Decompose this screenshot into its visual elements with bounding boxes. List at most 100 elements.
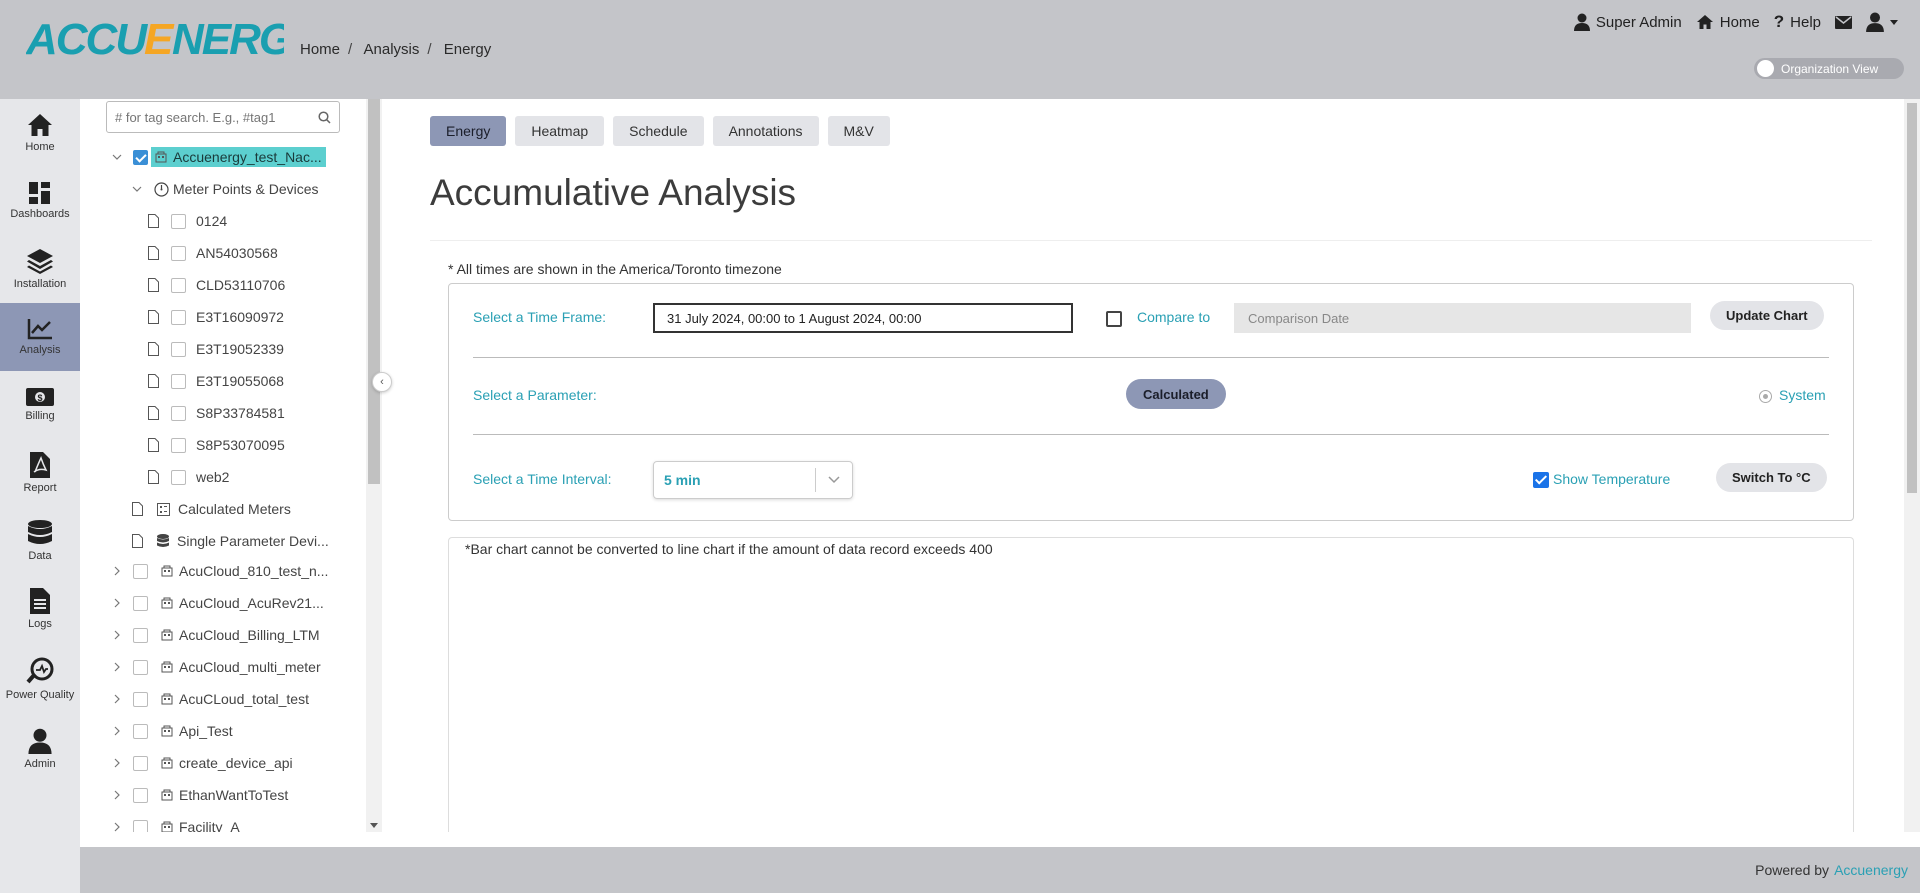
chevron-right-icon[interactable] bbox=[112, 726, 122, 736]
tree-checkbox[interactable] bbox=[133, 595, 148, 611]
breadcrumb-home[interactable]: Home bbox=[300, 41, 340, 58]
tree-checkbox[interactable] bbox=[171, 309, 186, 325]
compare-checkbox[interactable] bbox=[1106, 311, 1122, 327]
tree-node-site[interactable]: create_device_api bbox=[112, 751, 293, 775]
chevron-right-icon[interactable] bbox=[112, 758, 122, 768]
tree-node-device[interactable]: 0124 bbox=[148, 209, 227, 233]
tree-checkbox[interactable] bbox=[171, 405, 186, 421]
tree-checkbox[interactable] bbox=[171, 213, 186, 229]
chevron-right-icon[interactable] bbox=[112, 694, 122, 704]
tree-checkbox[interactable] bbox=[133, 659, 148, 675]
sidebar-item-power-quality[interactable]: Power Quality bbox=[0, 643, 80, 715]
tag-search[interactable] bbox=[106, 101, 340, 133]
tab-heatmap[interactable]: Heatmap bbox=[515, 116, 605, 146]
tree-node-site[interactable]: AcuCloud_Billing_LTM bbox=[112, 623, 320, 647]
user-menu[interactable]: Super Admin bbox=[1573, 13, 1682, 31]
tree-scrollbar[interactable] bbox=[366, 99, 382, 832]
timezone-note: * All times are shown in the America/Tor… bbox=[448, 261, 782, 277]
sidebar-item-data[interactable]: Data bbox=[0, 507, 80, 575]
tab-mv[interactable]: M&V bbox=[827, 116, 890, 146]
sidebar-item-analysis[interactable]: Analysis bbox=[0, 303, 80, 371]
time-interval-select[interactable]: 5 min bbox=[653, 461, 853, 499]
chevron-right-icon[interactable] bbox=[112, 566, 122, 576]
sidebar-item-installation[interactable]: Installation bbox=[0, 235, 80, 303]
tree-node-site[interactable]: AcuCloud_810_test_n... bbox=[112, 559, 328, 583]
tree-node-site[interactable]: AcuCloud_AcuRev21... bbox=[112, 591, 324, 615]
tree-node-device[interactable]: S8P53070095 bbox=[148, 433, 285, 457]
calculated-button[interactable]: Calculated bbox=[1126, 379, 1226, 409]
sidebar-item-dashboards[interactable]: Dashboards bbox=[0, 167, 80, 235]
sidebar-item-billing[interactable]: $ Billing bbox=[0, 371, 80, 439]
update-chart-button[interactable]: Update Chart bbox=[1710, 301, 1824, 330]
tree-checkbox[interactable] bbox=[171, 373, 186, 389]
comparison-date-input[interactable]: Comparison Date bbox=[1234, 303, 1691, 333]
brand-link[interactable]: Accuenergy bbox=[1834, 862, 1908, 878]
main-scrollbar-thumb[interactable] bbox=[1907, 103, 1917, 493]
show-temperature-checkbox[interactable] bbox=[1533, 472, 1549, 488]
tree-node-meter-points[interactable]: Meter Points & Devices bbox=[132, 177, 319, 201]
chevron-right-icon[interactable] bbox=[112, 790, 122, 800]
accuenergy-logo[interactable]: ACCU E NERGY bbox=[26, 16, 284, 60]
account-dropdown[interactable] bbox=[1866, 12, 1898, 32]
main-scrollbar[interactable] bbox=[1904, 99, 1920, 832]
tree-checkbox[interactable] bbox=[133, 723, 148, 739]
tree-node-calculated-meters[interactable]: Calculated Meters bbox=[132, 497, 291, 521]
tree-node-device[interactable]: E3T16090972 bbox=[148, 305, 284, 329]
svg-text:$: $ bbox=[37, 393, 42, 403]
tree-checkbox[interactable] bbox=[133, 787, 148, 803]
tree-checkbox[interactable] bbox=[171, 277, 186, 293]
tree-node-device[interactable]: web2 bbox=[148, 465, 229, 489]
organization-view-toggle[interactable]: Organization View bbox=[1754, 58, 1904, 79]
tree-node-label: E3T16090972 bbox=[196, 309, 284, 325]
mail-link[interactable] bbox=[1835, 15, 1852, 29]
tab-schedule[interactable]: Schedule bbox=[613, 116, 704, 146]
collapse-panel-button[interactable]: ‹ bbox=[372, 372, 392, 392]
tree-checkbox[interactable] bbox=[171, 341, 186, 357]
time-frame-input[interactable]: 31 July 2024, 00:00 to 1 August 2024, 00… bbox=[653, 303, 1073, 333]
tree-node-single-parameter[interactable]: Single Parameter Devi... bbox=[132, 529, 329, 553]
tree-checkbox[interactable] bbox=[171, 245, 186, 261]
chevron-right-icon[interactable] bbox=[112, 822, 122, 832]
tree-node-site[interactable]: AcuCLoud_total_test bbox=[112, 687, 309, 711]
chevron-right-icon[interactable] bbox=[112, 598, 122, 608]
scroll-down-arrow[interactable] bbox=[370, 823, 378, 828]
sidebar-item-home[interactable]: Home bbox=[0, 99, 80, 167]
tree-checkbox[interactable] bbox=[133, 627, 148, 643]
tree-node-device[interactable]: S8P33784581 bbox=[148, 401, 285, 425]
tree-node-site[interactable]: EthanWantToTest bbox=[112, 783, 288, 807]
tab-annotations[interactable]: Annotations bbox=[712, 116, 819, 146]
chevron-down-icon[interactable] bbox=[132, 184, 142, 194]
tree-checkbox[interactable] bbox=[133, 755, 148, 771]
switch-unit-button[interactable]: Switch To °C bbox=[1716, 463, 1827, 492]
tree-node-device[interactable]: E3T19052339 bbox=[148, 337, 284, 361]
tree-checkbox[interactable] bbox=[133, 691, 148, 707]
home-link[interactable]: Home bbox=[1696, 14, 1760, 31]
chevron-right-icon[interactable] bbox=[112, 662, 122, 672]
sidebar-item-admin[interactable]: Admin bbox=[0, 715, 80, 783]
tree-checkbox[interactable] bbox=[171, 469, 186, 485]
help-link[interactable]: ? Help bbox=[1774, 12, 1821, 32]
tree-node-label-selected[interactable]: Accuenergy_test_Nac... bbox=[151, 147, 326, 167]
tag-search-input[interactable] bbox=[115, 109, 318, 125]
sidebar-item-label: Installation bbox=[13, 278, 67, 290]
sidebar-item-logs[interactable]: Logs bbox=[0, 575, 80, 643]
tree-node-root[interactable]: Accuenergy_test_Nac... bbox=[112, 145, 326, 169]
tree-node-device[interactable]: CLD53110706 bbox=[148, 273, 285, 297]
tree-node-device[interactable]: E3T19055068 bbox=[148, 369, 284, 393]
tree-node-site[interactable]: Api_Test bbox=[112, 719, 233, 743]
sidebar-item-label: Power Quality bbox=[5, 689, 75, 701]
search-icon[interactable] bbox=[318, 110, 331, 124]
chevron-down-icon[interactable] bbox=[112, 152, 122, 162]
sidebar-item-report[interactable]: Report bbox=[0, 439, 80, 507]
tree-checkbox[interactable] bbox=[133, 149, 148, 165]
chevron-down-icon[interactable] bbox=[816, 476, 852, 484]
tab-energy[interactable]: Energy bbox=[430, 116, 507, 146]
tree-checkbox[interactable] bbox=[133, 563, 148, 579]
system-radio[interactable] bbox=[1759, 390, 1772, 403]
chevron-right-icon[interactable] bbox=[112, 630, 122, 640]
tree-scrollbar-thumb[interactable] bbox=[368, 99, 380, 484]
tree-checkbox[interactable] bbox=[171, 437, 186, 453]
tree-node-device[interactable]: AN54030568 bbox=[148, 241, 278, 265]
breadcrumb-analysis[interactable]: Analysis bbox=[364, 41, 420, 58]
tree-node-site[interactable]: AcuCloud_multi_meter bbox=[112, 655, 321, 679]
